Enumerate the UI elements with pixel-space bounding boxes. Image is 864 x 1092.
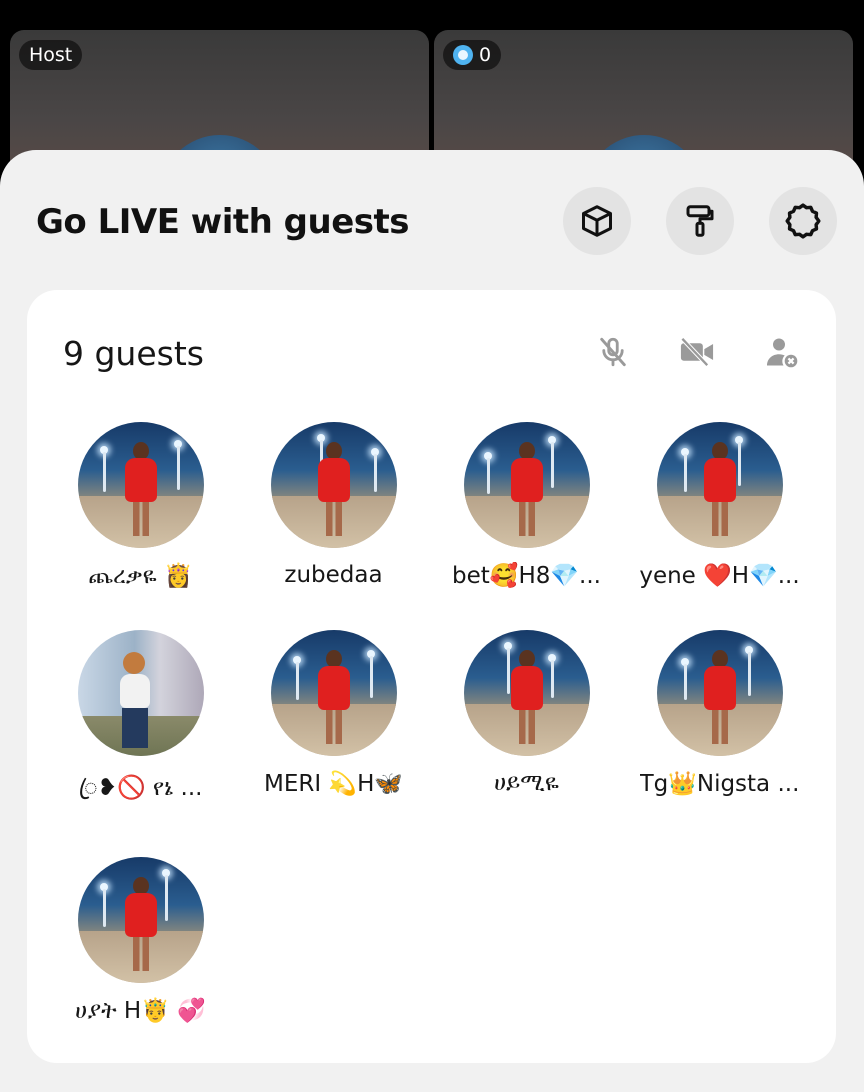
coin-count: 0 <box>479 44 492 66</box>
guest-avatar <box>463 422 590 548</box>
guest-name: ሀይሚዬ <box>494 770 559 796</box>
guest-name: yene ❤️H💎... <box>639 563 800 589</box>
guest-avatar <box>656 630 783 756</box>
mute-all-button[interactable] <box>593 332 633 372</box>
remove-user-icon <box>767 338 798 368</box>
guest-item[interactable]: MERI 💫H🦋 <box>237 630 430 797</box>
effects-button[interactable] <box>563 187 631 255</box>
guest-avatar <box>270 630 397 756</box>
camera-off-all-button[interactable] <box>677 332 717 372</box>
host-badge: Host <box>19 40 83 70</box>
guest-count-label: 9 guests <box>63 334 204 373</box>
guest-item[interactable]: ሀያት H🤴 💞 <box>44 857 237 1024</box>
gear-icon <box>785 203 821 239</box>
coin-icon <box>453 45 473 65</box>
go-live-guests-sheet: Go LIVE with guests 9 guests ጨረቃዬ 👸 zube… <box>0 150 864 1092</box>
guests-card: 9 guests ጨረቃዬ 👸 zubedaa bet🥰H8💎... yene … <box>27 290 836 1063</box>
guest-name: bet🥰H8💎... <box>452 563 601 589</box>
guest-name: Tg👑Nigsta ... <box>639 771 800 797</box>
guest-item[interactable]: Tg👑Nigsta ... <box>623 630 816 797</box>
cube-icon <box>582 205 612 237</box>
guest-name: zubedaa <box>284 562 383 588</box>
guest-item[interactable]: ጨረቃዬ 👸 <box>44 422 237 589</box>
settings-button[interactable] <box>769 187 837 255</box>
guest-avatar <box>77 630 204 756</box>
host-badge-label: Host <box>29 44 73 66</box>
guest-name: MERI 💫H🦋 <box>263 771 404 797</box>
guest-avatar <box>77 422 204 548</box>
guest-avatar <box>270 422 397 548</box>
guest-avatar <box>77 857 204 983</box>
coin-count-badge: 0 <box>443 40 502 70</box>
sheet-title: Go LIVE with guests <box>36 202 409 242</box>
camera-off-icon <box>680 337 714 367</box>
layout-paint-button[interactable] <box>666 187 734 255</box>
guest-item[interactable]: ሀይሚዬ <box>430 630 623 796</box>
guest-avatar <box>656 422 783 548</box>
guest-item[interactable]: bet🥰H8💎... <box>430 422 623 589</box>
mic-off-icon <box>600 337 626 367</box>
guest-item[interactable]: yene ❤️H💎... <box>623 422 816 589</box>
guest-item[interactable]: ꦿ❥🚫 የኔ ... <box>44 630 237 817</box>
guest-name: ጨረቃዬ 👸 <box>88 563 193 589</box>
guest-avatar <box>463 630 590 756</box>
paint-roller-icon <box>686 205 714 237</box>
guest-name: ꦿ❥🚫 የኔ ... <box>78 775 203 801</box>
remove-guests-button[interactable] <box>762 332 802 372</box>
guest-item[interactable]: zubedaa <box>237 422 430 588</box>
guest-name: ሀያት H🤴 💞 <box>75 998 206 1024</box>
